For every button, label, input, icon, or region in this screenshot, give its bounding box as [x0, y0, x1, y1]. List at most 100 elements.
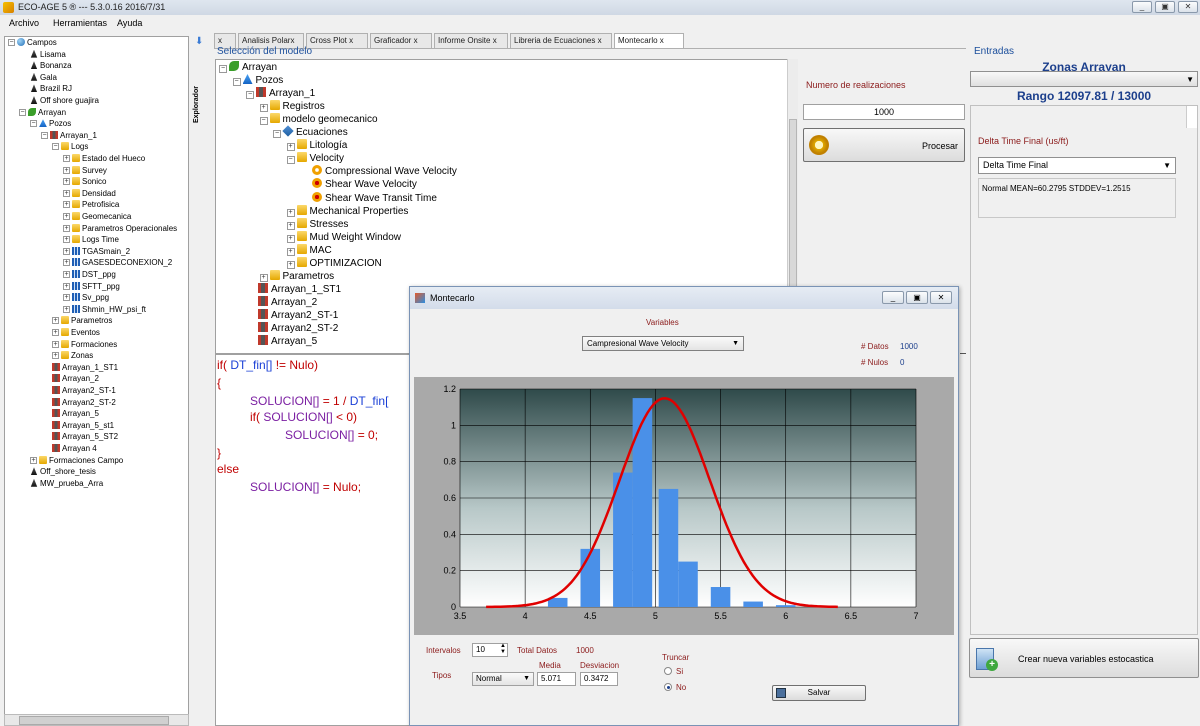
left_tree-node[interactable]: − Arrayan_1 [41, 130, 97, 141]
expand-icon[interactable]: + [63, 236, 70, 244]
collapse-icon[interactable]: − [8, 39, 15, 46]
left_tree-node[interactable]: + Survey [63, 165, 107, 176]
code-line[interactable]: } [217, 445, 221, 463]
tab-3[interactable]: Graficador x [370, 33, 432, 48]
left_tree-node[interactable]: − Campos [8, 37, 57, 48]
model_tree-node[interactable]: − Arrayan [219, 61, 277, 74]
equation-editor[interactable]: if( DT_fin[] != Nulo){SOLUCION[] = 1 / D… [215, 354, 410, 726]
model_tree-node[interactable]: Arrayan_2 [246, 295, 317, 309]
collapse-icon[interactable]: − [19, 108, 26, 116]
salvar-button[interactable]: Salvar [772, 685, 866, 701]
procesar-button[interactable]: Procesar [803, 128, 965, 162]
left_tree-node[interactable]: + TGASmain_2 [63, 246, 130, 257]
code-line[interactable]: SOLUCION[] = 1 / DT_fin[ [250, 393, 388, 411]
expand-icon[interactable]: + [63, 259, 70, 267]
left_tree-node[interactable]: + Sv_ppg [63, 292, 109, 303]
collapse-icon[interactable]: − [259, 117, 268, 126]
model_tree-node[interactable]: + Stresses [286, 217, 348, 231]
collapse-icon[interactable]: − [30, 120, 37, 128]
collapse-icon[interactable]: − [286, 156, 295, 165]
left_tree-node[interactable]: + Shmin_HW_psi_ft [63, 304, 146, 315]
model_tree-node[interactable]: Arrayan_5 [246, 335, 317, 348]
expand-icon[interactable]: + [63, 189, 70, 197]
left_tree-node[interactable]: Arrayan2_ST-2 [41, 397, 116, 408]
expand-icon[interactable]: + [63, 213, 70, 220]
left_tree-node[interactable]: + Eventos [52, 327, 100, 338]
model_tree-node[interactable]: Arrayan2_ST-1 [246, 308, 338, 322]
model_tree-node[interactable]: + MAC [286, 243, 332, 257]
expand-icon[interactable]: + [52, 317, 59, 325]
model_tree-node[interactable]: + Parametros [259, 269, 334, 283]
model_tree-node[interactable]: Shear Wave Velocity [300, 178, 417, 191]
create-stochastic-variable-button[interactable]: + Crear nueva variables estocastica [969, 638, 1199, 678]
model_tree-node[interactable]: + Mud Weight Window [286, 230, 401, 244]
realizations-input[interactable]: 1000 [803, 104, 965, 120]
left_tree-node[interactable]: + DST_ppg [63, 269, 116, 280]
left_tree-node[interactable]: + Logs Time [63, 234, 119, 245]
expand-icon[interactable]: + [63, 201, 70, 209]
left_tree-node[interactable]: − Logs [52, 141, 88, 152]
left_tree-node[interactable]: − Pozos [30, 118, 71, 129]
scrollbar-thumb[interactable] [19, 716, 169, 725]
expand-icon[interactable]: + [63, 166, 70, 174]
left_tree-node[interactable]: Arrayan2_ST-1 [41, 385, 116, 396]
entradas-scrollbar[interactable] [1186, 106, 1197, 128]
model_tree-node[interactable]: − Pozos [232, 74, 283, 87]
media-input[interactable]: 5.071 [537, 672, 576, 686]
expand-icon[interactable]: + [63, 305, 70, 313]
collapse-icon[interactable]: − [273, 130, 281, 139]
expand-icon[interactable]: + [63, 282, 70, 290]
code-line[interactable]: SOLUCION[] = Nulo; [250, 479, 361, 497]
tab-4[interactable]: Informe Onsite x [434, 33, 508, 48]
left_tree-node[interactable]: − Arrayan [19, 107, 66, 118]
model_tree-node[interactable]: + Registros [259, 100, 325, 113]
restore-button[interactable]: ▣ [1155, 1, 1175, 13]
expand-icon[interactable]: + [52, 340, 59, 348]
expand-icon[interactable]: + [286, 260, 295, 269]
tab-5[interactable]: Libreria de Ecuaciones x [510, 33, 612, 48]
left_tree-node[interactable]: + Estado del Hueco [63, 153, 145, 164]
variable-dropdown[interactable]: Campresional Wave Velocity ▼ [582, 336, 744, 351]
minimize-button[interactable]: _ [1132, 1, 1152, 13]
radio-si[interactable] [664, 667, 672, 675]
mc-close-button[interactable]: ✕ [930, 291, 952, 304]
left_tree-node[interactable]: Arrayan_2 [41, 373, 99, 384]
left_tree-node[interactable]: + Densidad [63, 188, 116, 199]
expand-icon[interactable]: + [30, 456, 37, 464]
menu-ayuda[interactable]: Ayuda [117, 18, 142, 28]
code-line[interactable]: if( SOLUCION[] < 0) [250, 409, 357, 427]
expand-icon[interactable]: + [63, 155, 70, 162]
menu-archivo[interactable]: Archivo [9, 18, 39, 28]
expand-icon[interactable]: + [63, 224, 70, 232]
explorer-label[interactable]: Explorador [193, 63, 200, 123]
tab-6[interactable]: Montecarlo x [614, 33, 684, 49]
collapse-icon[interactable]: − [52, 143, 59, 151]
model_tree-node[interactable]: Arrayan_1_ST1 [246, 282, 341, 296]
expand-icon[interactable]: + [259, 104, 268, 113]
truncar-no-option[interactable]: No [664, 683, 686, 692]
expand-icon[interactable]: + [259, 273, 268, 282]
expand-icon[interactable]: + [63, 247, 70, 255]
tree-horizontal-scrollbar[interactable] [4, 714, 189, 726]
expand-icon[interactable]: + [52, 352, 59, 360]
desviacion-input[interactable]: 0.3472 [580, 672, 618, 686]
left_tree-node[interactable]: Arrayan_5_st1 [41, 420, 114, 431]
left_tree-node[interactable]: Arrayan 4 [41, 443, 97, 454]
left_tree-node[interactable]: + SFTT_ppg [63, 281, 120, 292]
left_tree-node[interactable]: Arrayan_5_ST2 [41, 431, 118, 442]
left_tree-node[interactable]: + Sonico [63, 176, 106, 187]
left_tree-node[interactable]: + Parametros [52, 315, 112, 326]
zonas-dropdown[interactable]: ▼ [970, 71, 1198, 87]
collapse-icon[interactable]: − [232, 78, 241, 87]
code-line[interactable]: SOLUCION[] = 0; [285, 427, 378, 445]
model_tree-node[interactable]: − Velocity [286, 152, 344, 165]
expand-icon[interactable]: + [286, 221, 295, 230]
left_tree-node[interactable]: + Zonas [52, 350, 93, 361]
expand-icon[interactable]: + [63, 294, 70, 302]
left_tree-node[interactable]: Arrayan_5 [41, 408, 99, 419]
mc-restore-button[interactable]: ▣ [906, 291, 928, 304]
left_tree-node[interactable]: Lisama [19, 49, 66, 60]
spin-arrows-icon[interactable]: ▲ ▼ [500, 643, 506, 655]
left_tree-node[interactable]: Off shore guajira [19, 95, 99, 106]
expand-icon[interactable]: + [63, 178, 70, 186]
